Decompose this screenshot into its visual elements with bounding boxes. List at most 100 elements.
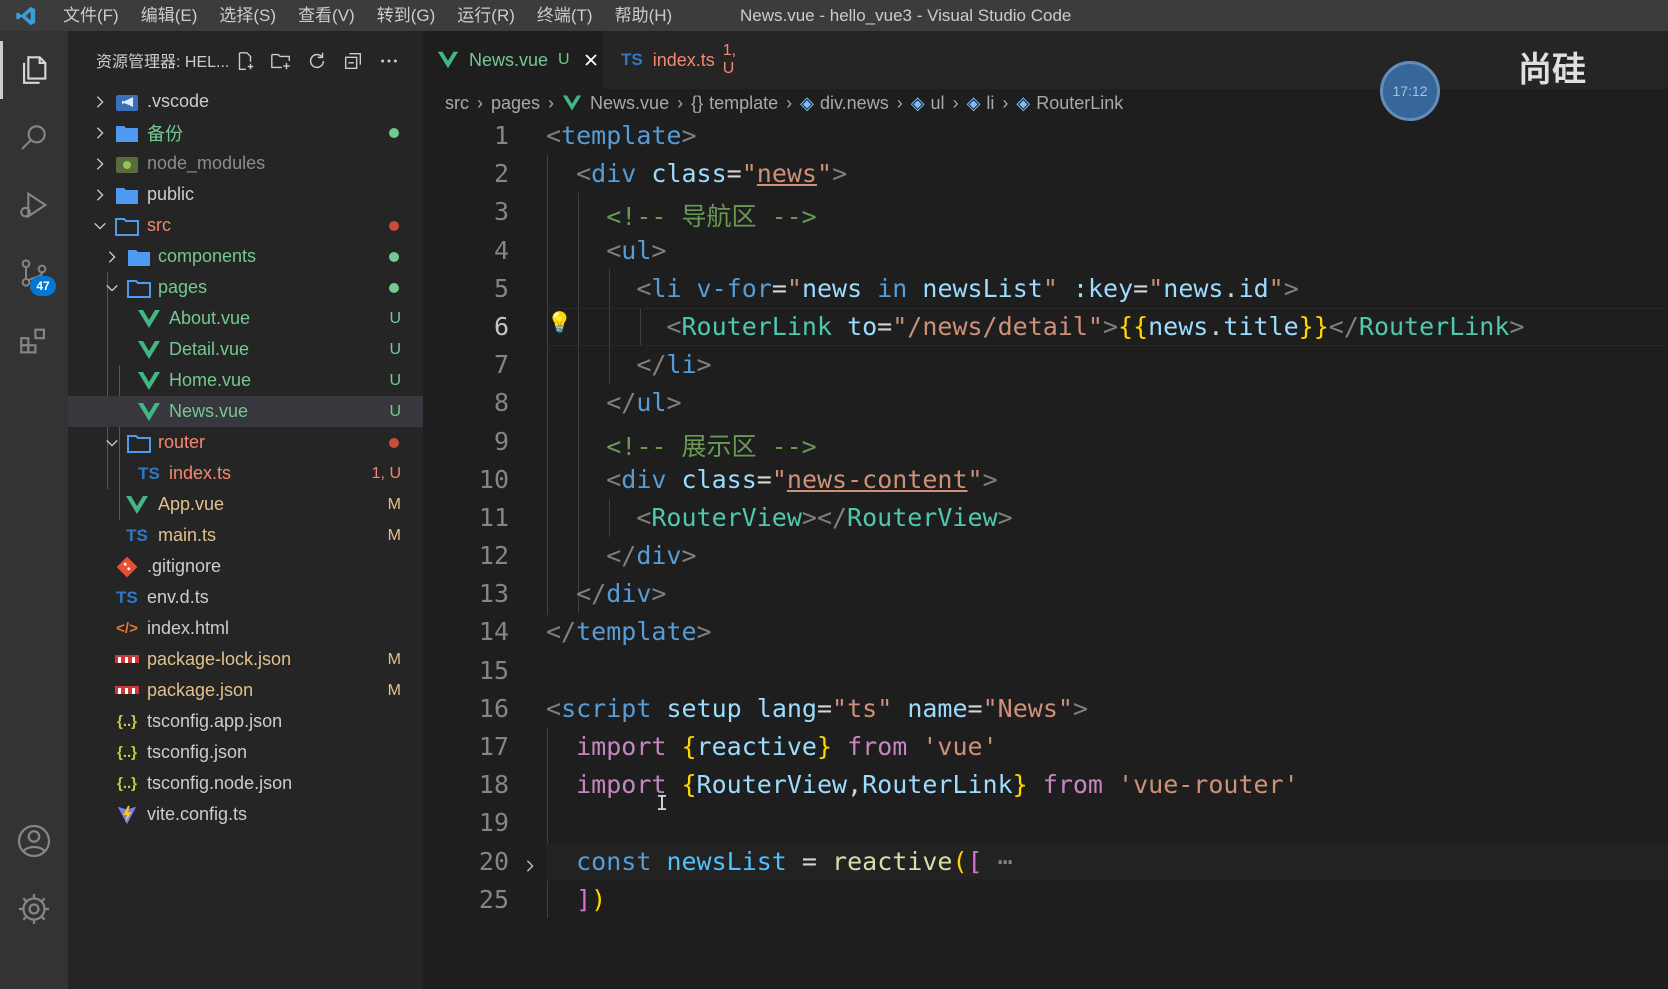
close-icon[interactable] xyxy=(584,53,598,67)
git-status: M xyxy=(387,681,401,699)
tree-file-index-ts[interactable]: TS index.ts 1, U xyxy=(68,458,423,489)
untracked-dot xyxy=(389,251,399,262)
menu-go[interactable]: 转到(G) xyxy=(366,0,447,31)
tree-item-label: components xyxy=(158,246,257,266)
refresh-icon[interactable] xyxy=(305,49,329,73)
activity-bar: 47 xyxy=(0,31,68,989)
braces-icon: {} xyxy=(691,92,704,113)
tree-file-detail-vue[interactable]: Detail.vue U xyxy=(68,334,423,365)
breadcrumb-item[interactable]: src xyxy=(445,93,469,114)
extensions-icon[interactable] xyxy=(14,321,54,361)
breadcrumb-item[interactable]: RouterLink xyxy=(1036,93,1123,114)
tree-folder-node-modules[interactable]: node_modules xyxy=(68,148,423,179)
vite-file-icon xyxy=(114,803,140,827)
npm-file-icon xyxy=(114,648,140,672)
collapse-all-icon[interactable] xyxy=(341,49,365,73)
line-number: 10 xyxy=(478,464,509,494)
explorer-icon[interactable] xyxy=(14,50,54,90)
code-line: 12 </div> xyxy=(423,537,1668,575)
tab-news-vue[interactable]: News.vue U xyxy=(423,31,603,89)
line-number: 14 xyxy=(478,617,509,647)
tree-file-about-vue[interactable]: About.vue U xyxy=(68,303,423,334)
breadcrumb-item[interactable]: li xyxy=(986,93,994,114)
menu-selection[interactable]: 选择(S) xyxy=(208,0,287,31)
menu-bar: 文件(F) 编辑(E) 选择(S) 查看(V) 转到(G) 运行(R) 终端(T… xyxy=(52,0,683,31)
tree-folder-public[interactable]: public xyxy=(68,179,423,210)
active-indicator xyxy=(0,41,3,99)
tab-index-ts[interactable]: TS index.ts 1, U xyxy=(603,31,763,89)
menu-run[interactable]: 运行(R) xyxy=(446,0,526,31)
tab-status: U xyxy=(558,51,570,68)
code-line: 7 </li> xyxy=(423,346,1668,384)
breadcrumb-item[interactable]: ul xyxy=(931,93,945,114)
tree-folder-router[interactable]: router xyxy=(68,427,423,458)
line-number: 6 xyxy=(493,311,509,341)
tree-item-label: node_modules xyxy=(147,153,266,173)
tree-file-home-vue[interactable]: Home.vue U xyxy=(68,365,423,396)
vue-file-icon xyxy=(136,400,162,424)
code-line: 8 </ul> xyxy=(423,384,1668,422)
menu-terminal[interactable]: 终端(T) xyxy=(526,0,604,31)
npm-file-icon xyxy=(114,679,140,703)
code-line-folded: 20 const newsList = reactive([ ⋯ xyxy=(423,842,1668,881)
cube-icon: ◈ xyxy=(966,92,981,113)
tree-item-label: Home.vue xyxy=(169,370,252,390)
tree-item-label: public xyxy=(147,184,195,204)
menu-help[interactable]: 帮助(H) xyxy=(604,0,684,31)
line-number: 17 xyxy=(478,732,509,761)
chevron-down-icon xyxy=(104,435,120,451)
code-line: 11 <RouterView></RouterView> xyxy=(423,499,1668,537)
breadcrumb: src › pages › News.vue › {} template › ◈… xyxy=(445,89,1123,117)
chevron-right-icon: › xyxy=(786,92,793,113)
line-number: 4 xyxy=(493,235,509,265)
chevron-right-icon[interactable] xyxy=(523,851,537,880)
run-debug-icon[interactable] xyxy=(14,185,54,225)
tree-file-vite-config-ts[interactable]: vite.config.ts xyxy=(68,799,423,830)
code-editor[interactable]: 1 <template> 2 <div class="news"> 3 <!-- … xyxy=(423,117,1668,919)
line-number: 18 xyxy=(478,770,509,800)
tree-file-env-d-ts[interactable]: TS env.d.ts xyxy=(68,582,423,613)
json-file-icon: {..} xyxy=(116,744,137,761)
tree-item-label: env.d.ts xyxy=(147,587,209,607)
tree-file-package-lock-json[interactable]: package-lock.json M xyxy=(68,644,423,675)
explorer-title: 资源管理器: HEL... xyxy=(96,54,230,71)
tree-file-tsconfig-app-json[interactable]: {..} tsconfig.app.json xyxy=(68,706,423,737)
tree-item-label: App.vue xyxy=(158,494,225,514)
breadcrumb-item[interactable]: pages xyxy=(491,93,540,114)
breadcrumb-item[interactable]: template xyxy=(709,93,778,114)
new-file-icon[interactable] xyxy=(233,49,257,73)
tree-file-tsconfig-json[interactable]: {..} tsconfig.json xyxy=(68,737,423,768)
line-number: 11 xyxy=(478,502,509,532)
cube-icon: ◈ xyxy=(910,92,925,113)
tree-item-label: package.json xyxy=(147,680,254,700)
folder-icon xyxy=(126,245,152,269)
tree-file-tsconfig-node-json[interactable]: {..} tsconfig.node.json xyxy=(68,768,423,799)
more-actions-icon[interactable] xyxy=(377,49,401,73)
settings-gear-icon[interactable] xyxy=(14,889,54,929)
tree-file-main-ts[interactable]: TS main.ts M xyxy=(68,520,423,551)
menu-file[interactable]: 文件(F) xyxy=(52,0,130,31)
tree-file-news-vue[interactable]: News.vue U xyxy=(68,396,423,427)
menu-edit[interactable]: 编辑(E) xyxy=(130,0,209,31)
typescript-file-icon: TS xyxy=(126,525,148,545)
menu-view[interactable]: 查看(V) xyxy=(287,0,366,31)
account-icon[interactable] xyxy=(14,821,54,861)
line-number: 7 xyxy=(493,350,509,380)
tree-item-label: index.html xyxy=(147,618,230,638)
tree-file-index-html[interactable]: </> index.html xyxy=(68,613,423,644)
tree-file-gitignore[interactable]: .gitignore xyxy=(68,551,423,582)
tree-file-app-vue[interactable]: App.vue M xyxy=(68,489,423,520)
window-title: News.vue - hello_vue3 - Visual Studio Co… xyxy=(740,6,1072,25)
file-tree: .vscode 备份 node_modules public src compo… xyxy=(68,86,423,830)
tree-file-package-json[interactable]: package.json M xyxy=(68,675,423,706)
tree-folder-pages[interactable]: pages xyxy=(68,272,423,303)
tree-folder-vscode[interactable]: .vscode xyxy=(68,86,423,117)
tree-folder-backup[interactable]: 备份 xyxy=(68,117,423,148)
tree-folder-src[interactable]: src xyxy=(68,210,423,241)
new-folder-icon[interactable] xyxy=(269,49,293,73)
breadcrumb-item[interactable]: div.news xyxy=(820,93,889,114)
breadcrumb-item[interactable]: News.vue xyxy=(590,93,669,114)
tree-folder-components[interactable]: components xyxy=(68,241,423,272)
search-icon[interactable] xyxy=(14,117,54,157)
tree-item-label: Detail.vue xyxy=(169,339,250,359)
